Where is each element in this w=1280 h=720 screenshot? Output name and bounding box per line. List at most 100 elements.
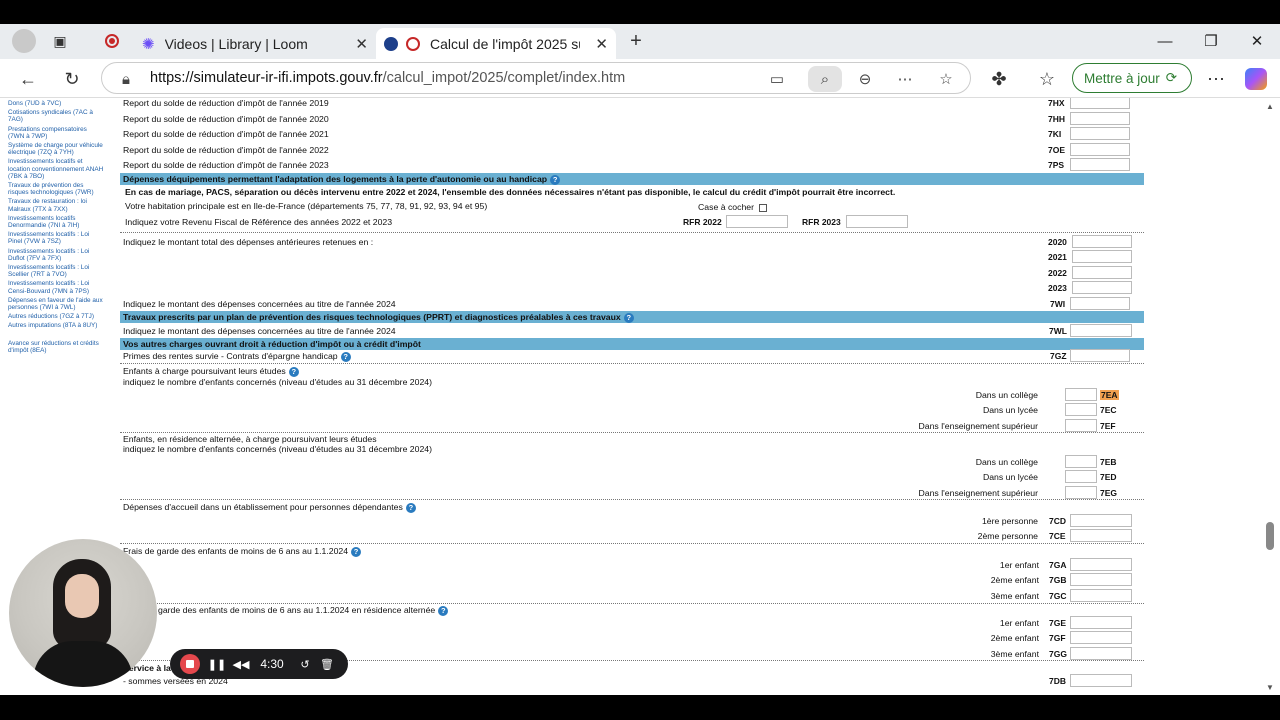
help-icon[interactable]: ? xyxy=(438,605,449,616)
alt-rows-input[interactable] xyxy=(1065,470,1097,484)
alt-rows-label: Dans l'enseignement supérieur xyxy=(918,487,1039,498)
report-row-input[interactable] xyxy=(1070,142,1130,156)
help-icon[interactable]: ? xyxy=(340,351,351,362)
extensions-icon[interactable]: ✤ xyxy=(986,66,1012,92)
address-bar[interactable]: 🔒︎ https://simulateur-ir-ifi.impots.gouv… xyxy=(101,62,971,94)
restart-icon[interactable]: ↺ xyxy=(296,655,314,673)
rfr2023-input[interactable] xyxy=(846,215,908,228)
restore-icon[interactable]: ❐ xyxy=(1196,30,1226,52)
copilot-icon[interactable] xyxy=(1245,68,1267,90)
workspaces-icon[interactable]: ▣ xyxy=(49,30,71,52)
report-row-label: Report du solde de réduction d'impôt de … xyxy=(123,113,329,124)
tab-close-icon[interactable]: ✕ xyxy=(595,35,608,53)
sidebar-item[interactable]: Travaux de prévention des risques techno… xyxy=(8,182,104,196)
refresh-icon[interactable]: ↻ xyxy=(59,66,85,92)
garde-alt_rows-input[interactable] xyxy=(1070,631,1132,645)
report-row-input[interactable] xyxy=(1070,111,1130,125)
sidebar-item[interactable]: Dons (7UD à 7VC) xyxy=(8,100,104,107)
delete-icon[interactable]: 🗑︎ xyxy=(318,655,336,673)
children-rows-input[interactable] xyxy=(1065,403,1097,417)
sidebar-item[interactable]: Investissements locatifs Denormandie (7N… xyxy=(8,215,104,229)
sidebar-item[interactable]: Cotisations syndicales (7AC à 7AG) xyxy=(8,109,104,123)
help-icon[interactable]: ? xyxy=(351,546,362,557)
profile-avatar-icon[interactable] xyxy=(12,29,36,53)
back-icon[interactable]: ← xyxy=(15,66,41,92)
year-label: 2022 xyxy=(1048,267,1067,278)
report-row-code: 7OE xyxy=(1048,144,1066,155)
tab-close-icon[interactable]: ✕ xyxy=(355,35,368,53)
rewind-icon[interactable]: ◀◀ xyxy=(232,655,250,673)
help-icon[interactable]: ? xyxy=(288,366,299,377)
report-row-input[interactable] xyxy=(1070,127,1130,140)
garde-alt_rows-input[interactable] xyxy=(1070,616,1132,629)
alt-rows-input[interactable] xyxy=(1065,455,1097,468)
sidebar-item[interactable]: Système de charge pour véhicule électriq… xyxy=(8,142,104,156)
sidebar-item[interactable]: Investissements locatifs : Loi Scellier … xyxy=(8,264,104,278)
sidebar-item[interactable]: Investissements locatifs : Loi Censi-Bou… xyxy=(8,280,104,294)
children-rows-input[interactable] xyxy=(1065,418,1097,432)
children-rows-input[interactable] xyxy=(1065,388,1097,401)
report-row-input[interactable] xyxy=(1070,158,1130,171)
rfr2022-input[interactable] xyxy=(726,215,788,228)
favorite-star-icon[interactable]: ☆ xyxy=(935,68,957,90)
scroll-up-icon[interactable]: ▲ xyxy=(1266,102,1274,111)
webcam-bubble[interactable] xyxy=(9,539,157,687)
year-input[interactable] xyxy=(1072,280,1132,294)
page-scrollbar[interactable]: ▲ ▼ xyxy=(1266,102,1274,692)
alt-rows-input[interactable] xyxy=(1065,485,1097,499)
service-input[interactable] xyxy=(1070,674,1132,687)
stop-recording-icon[interactable] xyxy=(180,654,200,674)
help-icon[interactable]: ? xyxy=(405,502,416,513)
media-icon[interactable]: ▭ xyxy=(766,68,788,90)
sidebar-item[interactable]: Prestations compensatoires (7WN à 7WP) xyxy=(8,126,104,140)
help-icon[interactable]: ? xyxy=(623,312,634,323)
sidebar-item[interactable]: Investissements locatifs : Loi Duflot (7… xyxy=(8,248,104,262)
children-sub: indiquez le nombre d'enfants concernés (… xyxy=(123,377,433,387)
garde-alt_rows-input[interactable] xyxy=(1070,646,1132,660)
sidebar-item[interactable]: Investissements locatifs et location con… xyxy=(8,158,104,180)
tab-impots[interactable]: Calcul de l'impôt 2025 sur le ✕ xyxy=(376,28,616,59)
zoom-out-icon[interactable]: ⊖ xyxy=(854,68,876,90)
update-icon: ⟳ xyxy=(1165,70,1178,85)
url-text[interactable]: https://simulateur-ir-ifi.impots.gouv.fr… xyxy=(150,70,625,86)
sidebar-item[interactable]: Dépenses en faveur de l'aide aux personn… xyxy=(8,297,104,311)
new-tab-icon[interactable]: + xyxy=(625,30,647,52)
close-window-icon[interactable]: ✕ xyxy=(1242,30,1272,52)
year-input[interactable] xyxy=(1072,250,1132,264)
scroll-down-icon[interactable]: ▼ xyxy=(1266,683,1274,692)
tab-loom[interactable]: ✺ Videos | Library | Loom ✕ xyxy=(130,28,376,59)
presenter-face xyxy=(65,574,99,618)
gz-code: 7GZ xyxy=(1050,351,1067,361)
garde-rows-input[interactable] xyxy=(1070,573,1132,587)
sidebar-item[interactable]: Travaux de restauration : loi Malraux (7… xyxy=(8,198,104,212)
wi-code: 7WI xyxy=(1050,299,1066,309)
accueil-rows-input[interactable] xyxy=(1070,514,1132,527)
help-icon[interactable]: ? xyxy=(550,174,561,185)
more-icon[interactable]: ⋯ xyxy=(894,68,916,90)
wl-input[interactable] xyxy=(1070,324,1132,337)
accueil-rows-input[interactable] xyxy=(1070,529,1132,543)
garde-rows-input[interactable] xyxy=(1070,588,1132,602)
settings-more-icon[interactable]: ⋯ xyxy=(1203,66,1229,92)
idf-checkbox[interactable] xyxy=(759,203,768,212)
gz-input[interactable] xyxy=(1070,349,1130,362)
pause-icon[interactable]: ❚❚ xyxy=(208,655,226,673)
divider xyxy=(120,499,1144,500)
minimize-icon[interactable]: — xyxy=(1150,30,1180,52)
sidebar-item[interactable]: Autres imputations (8TA à 8UY) xyxy=(8,322,104,329)
year-input[interactable] xyxy=(1072,265,1132,279)
lock-icon[interactable]: 🔒︎ xyxy=(115,68,137,90)
report-row-input[interactable] xyxy=(1070,98,1130,109)
year-input[interactable] xyxy=(1072,235,1132,248)
sidebar-item[interactable]: Avance sur réductions et crédits d'impôt… xyxy=(8,340,104,354)
alt-sub: indiquez le nombre d'enfants concernés (… xyxy=(123,444,433,454)
scroll-thumb[interactable] xyxy=(1266,522,1274,550)
sidebar-item[interactable]: Autres réductions (7GZ à 7TJ) xyxy=(8,313,104,320)
sidebar-item[interactable]: Investissements locatifs : Loi Pinel (7V… xyxy=(8,231,104,245)
recording-tab-icon[interactable] xyxy=(101,30,123,52)
garde-rows-input[interactable] xyxy=(1070,558,1132,571)
page-search-icon[interactable]: ⌕ xyxy=(808,66,842,92)
wi-input[interactable] xyxy=(1070,297,1130,310)
favorites-icon[interactable]: ☆ xyxy=(1034,66,1060,92)
update-button[interactable]: Mettre à jour ⟳ xyxy=(1072,63,1192,93)
